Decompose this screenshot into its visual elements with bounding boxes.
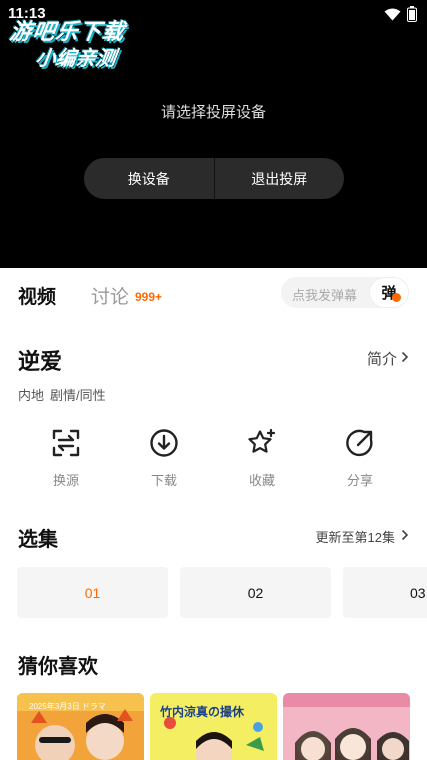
favorite-star-icon bbox=[247, 428, 277, 458]
episodes-update-status: 更新至第12集 bbox=[315, 530, 395, 545]
chevron-right-icon bbox=[401, 350, 409, 367]
check-badge-icon bbox=[392, 293, 401, 302]
watermark-logo: 游吧乐下载 小编亲测 bbox=[6, 12, 152, 70]
download-icon bbox=[149, 428, 179, 458]
share-label: 分享 bbox=[346, 473, 373, 488]
chevron-right-icon bbox=[401, 529, 409, 544]
danmu-input[interactable]: 点我发弹幕 bbox=[292, 285, 357, 304]
change-device-button[interactable]: 换设备 bbox=[84, 158, 214, 199]
danmu-toggle[interactable]: 弹 bbox=[369, 277, 409, 308]
episode-list: 01 02 03 bbox=[17, 567, 427, 618]
exit-cast-button[interactable]: 退出投屏 bbox=[215, 158, 345, 199]
switch-source-icon bbox=[51, 428, 81, 458]
recommend-poster[interactable]: 竹内涼真の撮休 bbox=[150, 693, 277, 760]
recommend-poster[interactable]: 2025年3月3日 ドラマ bbox=[17, 693, 144, 760]
discuss-count-badge: 999+ bbox=[135, 290, 163, 304]
tab-video[interactable]: 视频 bbox=[18, 282, 56, 309]
status-icons bbox=[384, 6, 417, 22]
battery-icon bbox=[407, 6, 417, 22]
switch-source-label: 换源 bbox=[52, 473, 79, 488]
danmu-bar: 点我发弹幕 弹 bbox=[281, 277, 409, 308]
episode-item[interactable]: 03 bbox=[343, 567, 427, 618]
download-label: 下载 bbox=[150, 473, 177, 488]
poster-caption: 2025年3月3日 ドラマ bbox=[29, 702, 106, 711]
tag-region: 内地 bbox=[18, 388, 45, 403]
show-tags: 内地 剧情/同性 bbox=[18, 385, 106, 404]
switch-source-button[interactable]: 换源 bbox=[17, 428, 115, 489]
cast-button-group: 换设备 退出投屏 bbox=[84, 158, 344, 199]
share-button[interactable]: 分享 bbox=[311, 428, 409, 489]
show-title: 逆爱 bbox=[18, 349, 63, 374]
favorite-button[interactable]: 收藏 bbox=[213, 428, 311, 489]
episode-item[interactable]: 01 bbox=[17, 567, 168, 618]
recommend-poster[interactable] bbox=[283, 693, 410, 760]
episode-item[interactable]: 02 bbox=[180, 567, 331, 618]
episodes-update-link[interactable]: 更新至第12集 bbox=[316, 527, 409, 546]
recommend-list: 2025年3月3日 ドラマ 竹内涼真の撮休 bbox=[17, 693, 427, 760]
intro-link[interactable]: 简介 bbox=[367, 348, 409, 369]
recommend-title: 猜你喜欢 bbox=[18, 656, 98, 678]
favorite-label: 收藏 bbox=[248, 473, 275, 488]
wifi-icon bbox=[384, 8, 401, 21]
video-player[interactable]: 11:13 游吧乐下载 小编亲测 请选择投屏设备 换设备 退出投屏 bbox=[0, 0, 427, 268]
watermark-line-2: 小编亲测 bbox=[34, 48, 118, 70]
tag-genre: 剧情/同性 bbox=[50, 388, 106, 403]
share-icon bbox=[345, 428, 375, 458]
poster-caption: 竹内涼真の撮休 bbox=[160, 705, 245, 719]
action-row: 换源 下载 收藏 分享 bbox=[17, 428, 409, 489]
episodes-title: 选集 bbox=[18, 529, 58, 551]
tab-discuss[interactable]: 讨论 bbox=[91, 282, 129, 309]
intro-label: 简介 bbox=[366, 351, 397, 368]
download-button[interactable]: 下载 bbox=[115, 428, 213, 489]
cast-prompt: 请选择投屏设备 bbox=[160, 104, 266, 121]
content-tabs: 视频 讨论 999+ 点我发弹幕 弹 bbox=[0, 268, 427, 318]
